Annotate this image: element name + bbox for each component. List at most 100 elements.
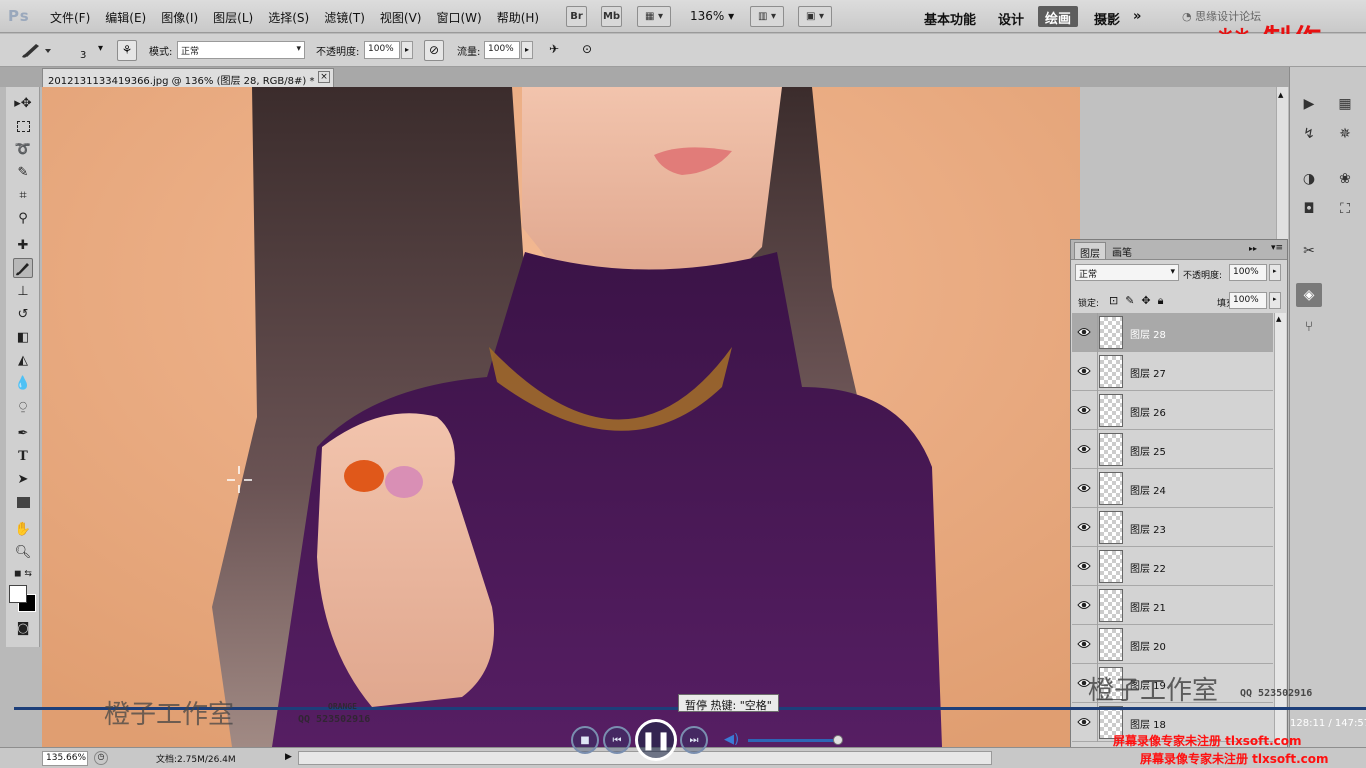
volume-slider[interactable] [748, 739, 838, 742]
layer-row[interactable]: 图层 26 [1072, 391, 1273, 430]
flow-slider-toggle[interactable]: ▸ [521, 41, 533, 59]
paths-panel-icon[interactable]: ⑂ [1296, 315, 1322, 339]
actions-panel-icon[interactable]: ▶ [1296, 92, 1322, 116]
swatches-panel-icon[interactable]: ▦ [1332, 92, 1358, 116]
menu-view[interactable]: 视图(V) [380, 9, 422, 26]
transform-panel-icon[interactable]: ⛶ [1332, 197, 1358, 221]
status-zoom-field[interactable]: 135.66% [42, 751, 88, 766]
next-button[interactable]: ⏭ [680, 726, 708, 754]
lasso-tool-icon[interactable]: ➰ [13, 139, 33, 159]
default-colors-icon[interactable]: ◼ ⇆ [13, 564, 33, 584]
color-panel-icon[interactable]: ❀ [1332, 167, 1358, 191]
menu-help[interactable]: 帮助(H) [497, 9, 539, 26]
fill-arrow[interactable]: ▸ [1269, 292, 1281, 309]
layer-opacity-arrow[interactable]: ▸ [1269, 264, 1281, 281]
path-selection-tool-icon[interactable]: ➤ [13, 469, 33, 489]
navigator-panel-icon[interactable]: ✵ [1332, 122, 1358, 146]
tool-preset-picker[interactable] [18, 40, 54, 61]
workspace-design[interactable]: 设计 [998, 9, 1024, 28]
brush-size-value[interactable]: 3 [80, 50, 86, 61]
visibility-eye-icon[interactable] [1077, 365, 1091, 377]
visibility-eye-icon[interactable] [1077, 638, 1091, 650]
quick-mask-icon[interactable]: ◙ [13, 618, 33, 638]
visibility-eye-icon[interactable] [1077, 326, 1091, 338]
history-brush-tool-icon[interactable]: ↺ [13, 304, 33, 324]
visibility-eye-icon[interactable] [1077, 482, 1091, 494]
menu-filter[interactable]: 滤镜(T) [324, 9, 365, 26]
quick-selection-tool-icon[interactable]: ✎ [13, 162, 33, 182]
panel-collapse-icon[interactable]: ▸▸ [1249, 244, 1257, 253]
status-menu-arrow[interactable]: ▶ [285, 752, 292, 762]
tab-layers[interactable]: 图层 [1074, 242, 1106, 260]
crop-tool-icon[interactable]: ⌗ [13, 185, 33, 205]
workspace-painting[interactable]: 绘画 [1038, 6, 1079, 27]
scroll-up-icon[interactable]: ▲ [1276, 315, 1281, 323]
tool-presets-panel-icon[interactable]: ✂ [1296, 239, 1322, 263]
brush-tool-icon[interactable] [13, 258, 33, 278]
brush-panel-toggle[interactable]: ⚘ [117, 40, 137, 61]
healing-brush-tool-icon[interactable]: ✚ [13, 235, 33, 255]
tab-brushes[interactable]: 画笔 [1107, 242, 1137, 259]
screen-mode-button[interactable]: ▣ ▾ [798, 6, 832, 27]
volume-slider-handle[interactable] [833, 735, 843, 745]
visibility-eye-icon[interactable] [1077, 521, 1091, 533]
masks-panel-icon[interactable]: ◘ [1296, 197, 1322, 221]
pressure-opacity-button[interactable]: ⊘ [424, 40, 444, 61]
opacity-slider-toggle[interactable]: ▸ [401, 41, 413, 59]
scroll-up-icon[interactable]: ▲ [1278, 91, 1283, 99]
fill-input[interactable]: 100% [1229, 292, 1267, 309]
zoom-tool-icon[interactable]: 🔍︎ [13, 542, 33, 562]
pen-tool-icon[interactable]: ✒ [13, 423, 33, 443]
eraser-tool-icon[interactable]: ◧ [13, 327, 33, 347]
arrange-documents-button[interactable]: ▥ ▾ [750, 6, 784, 27]
color-swatches[interactable] [8, 584, 38, 614]
adjustments-panel-icon[interactable]: ◑ [1296, 167, 1322, 191]
lock-icons[interactable]: ⊡✎✥🔒︎ [1109, 294, 1171, 308]
move-tool-icon[interactable]: ▸✥ [13, 93, 33, 113]
hand-tool-icon[interactable]: ✋ [13, 519, 33, 539]
layer-row[interactable]: 图层 25 [1072, 430, 1273, 469]
layer-row[interactable]: 图层 23 [1072, 508, 1273, 547]
panel-menu-icon[interactable]: ▾≡ [1271, 243, 1283, 253]
history-panel-icon[interactable]: ↯ [1296, 122, 1322, 146]
menu-file[interactable]: 文件(F) [50, 9, 90, 26]
type-tool-icon[interactable]: T [13, 446, 33, 466]
layer-opacity-input[interactable]: 100% [1229, 264, 1267, 281]
blend-mode-select[interactable]: 正常 ▾ [177, 41, 305, 59]
bridge-button[interactable]: Br [566, 6, 587, 27]
eyedropper-tool-icon[interactable]: ⚲ [13, 208, 33, 228]
menu-layer[interactable]: 图层(L) [213, 9, 253, 26]
mini-bridge-button[interactable]: Mb [601, 6, 622, 27]
extras-button[interactable]: ▦ ▾ [637, 6, 671, 27]
stop-button[interactable]: ■ [571, 726, 599, 754]
rectangle-tool-icon[interactable] [13, 492, 33, 512]
dodge-tool-icon[interactable]: ⍜ [13, 396, 33, 416]
menu-window[interactable]: 窗口(W) [436, 9, 481, 26]
menu-select[interactable]: 选择(S) [268, 9, 309, 26]
close-icon[interactable]: × [318, 71, 330, 83]
layer-list-scrollbar[interactable]: ▲ [1274, 313, 1286, 743]
layer-row[interactable]: 图层 24 [1072, 469, 1273, 508]
brush-picker-arrow[interactable]: ▾ [98, 43, 103, 54]
menu-image[interactable]: 图像(I) [161, 9, 198, 26]
previous-button[interactable]: ⏮ [603, 726, 631, 754]
foreground-color-swatch[interactable] [9, 585, 27, 603]
opacity-input[interactable]: 100% [364, 41, 400, 59]
visibility-eye-icon[interactable] [1077, 404, 1091, 416]
pause-button[interactable]: ❚❚ [635, 719, 677, 761]
clone-stamp-tool-icon[interactable]: ⊥ [13, 281, 33, 301]
workspace-essentials[interactable]: 基本功能 [924, 9, 976, 28]
status-info-icon[interactable]: ◷ [94, 751, 108, 765]
document-tab[interactable]: 2012131133419366.jpg @ 136% (图层 28, RGB/… [42, 68, 334, 87]
layer-row[interactable]: 图层 20 [1072, 625, 1273, 664]
visibility-eye-icon[interactable] [1077, 560, 1091, 572]
volume-icon[interactable]: ◀) [724, 732, 739, 747]
visibility-eye-icon[interactable] [1077, 716, 1091, 728]
flow-input[interactable]: 100% [484, 41, 520, 59]
layer-row[interactable]: 图层 21 [1072, 586, 1273, 625]
visibility-eye-icon[interactable] [1077, 599, 1091, 611]
document-canvas[interactable] [42, 87, 1080, 747]
more-workspaces-icon[interactable]: » [1133, 9, 1141, 24]
layer-row[interactable]: 图层 22 [1072, 547, 1273, 586]
menu-edit[interactable]: 编辑(E) [105, 9, 146, 26]
